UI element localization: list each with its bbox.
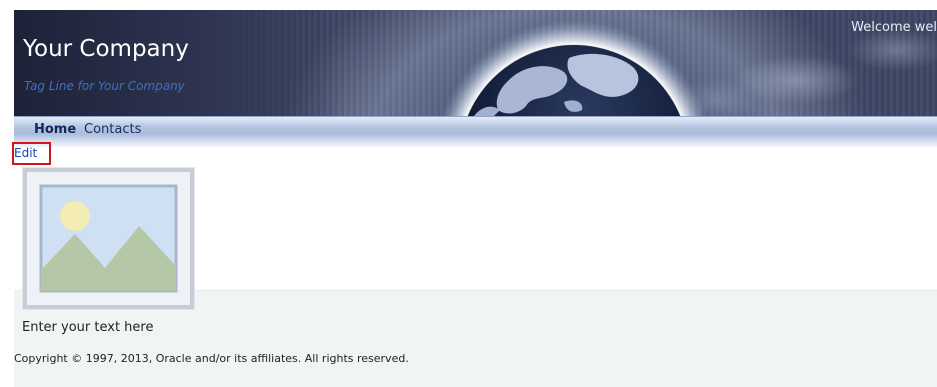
globe-graphic	[441, 20, 707, 116]
main-nav-bar: Home Contacts	[14, 116, 937, 147]
company-name: Your Company	[23, 36, 189, 62]
nav-home-link[interactable]: Home	[34, 122, 76, 137]
banner-dark-gradient	[14, 10, 344, 116]
image-placeholder[interactable]	[22, 167, 195, 310]
company-tagline: Tag Line for Your Company	[24, 79, 185, 93]
header-banner: Your Company Tag Line for Your Company W…	[14, 10, 937, 116]
edit-link[interactable]: Edit	[14, 146, 37, 160]
welcome-text: Welcome wel	[851, 20, 937, 35]
nav-contacts-link[interactable]: Contacts	[84, 122, 141, 137]
image-placeholder-icon	[39, 184, 178, 293]
copyright-text: Copyright © 1997, 2013, Oracle and/or it…	[14, 352, 409, 365]
content-text[interactable]: Enter your text here	[22, 320, 153, 335]
